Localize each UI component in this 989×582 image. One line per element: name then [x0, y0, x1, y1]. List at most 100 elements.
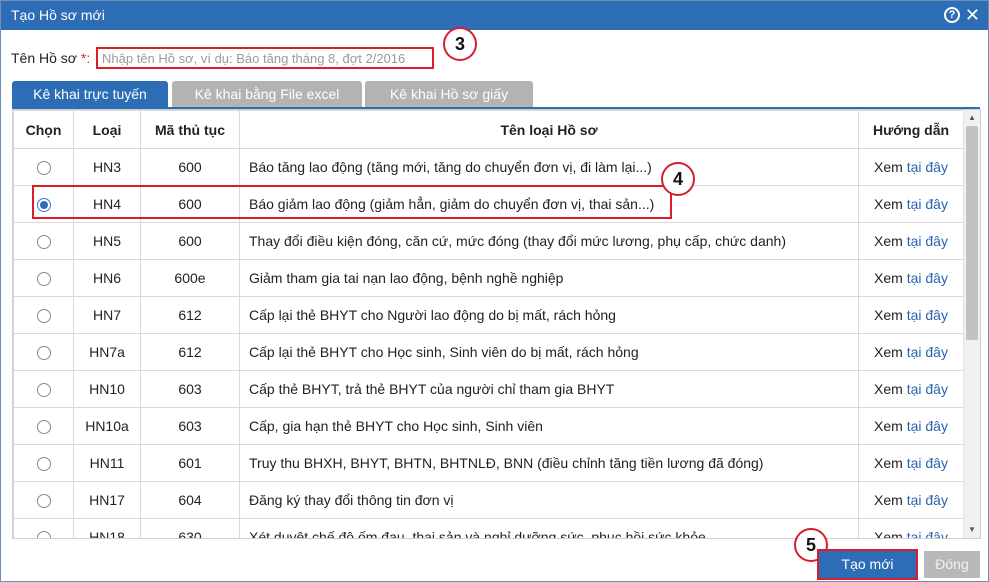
scroll-down-icon[interactable]: ▼: [964, 522, 980, 538]
guide-link[interactable]: tại đây: [907, 529, 948, 538]
guide-link[interactable]: tại đây: [907, 492, 948, 508]
select-cell[interactable]: [13, 370, 74, 408]
table-row[interactable]: HN10a 603 Cấp, gia hạn thẻ BHYT cho Học si…: [13, 407, 964, 445]
guide-cell: Xem tại đây: [858, 518, 964, 539]
guide-link[interactable]: tại đây: [907, 159, 948, 175]
guide-prefix: Xem: [874, 492, 903, 508]
guide-link[interactable]: tại đây: [907, 233, 948, 249]
procedure-code-cell: 603: [140, 407, 240, 445]
table-row[interactable]: HN7 612 Cấp lại thẻ BHYT cho Người lao độn…: [13, 296, 964, 334]
select-cell[interactable]: [13, 444, 74, 482]
type-cell: HN18: [73, 518, 141, 538]
select-cell[interactable]: [13, 259, 74, 297]
select-radio[interactable]: [36, 383, 51, 398]
guide-prefix: Xem: [874, 529, 903, 539]
table-row[interactable]: HN6 600e Giảm tham gia tai nạn lao động, b…: [13, 259, 964, 297]
guide-link[interactable]: tại đây: [907, 344, 948, 360]
select-cell[interactable]: [13, 296, 74, 334]
dossier-type-name-cell: Xét duyệt chế độ ốm đau, thai sản và ngh…: [239, 518, 859, 538]
guide-cell: Xem tại đây: [858, 296, 964, 334]
close-button[interactable]: Đóng: [924, 551, 980, 578]
guide-prefix: Xem: [874, 159, 903, 175]
dossier-name-label: Tên Hồ sơ *:: [11, 47, 90, 69]
procedure-code-cell: 603: [140, 370, 240, 408]
guide-prefix: Xem: [874, 307, 903, 323]
guide-link[interactable]: tại đây: [907, 418, 948, 434]
guide-cell: Xem tại đây: [858, 148, 964, 186]
tab-excel-declaration[interactable]: Kê khai bằng File excel: [172, 81, 362, 108]
guide-prefix: Xem: [874, 381, 903, 397]
select-radio[interactable]: [36, 346, 51, 361]
select-radio[interactable]: [36, 457, 51, 472]
dialog-titlebar: Tạo Hồ sơ mới ? ✕: [1, 1, 988, 30]
procedure-code-cell: 604: [140, 481, 240, 519]
tab-online-declaration[interactable]: Kê khai trực tuyến: [12, 81, 168, 108]
select-radio[interactable]: [36, 272, 51, 287]
select-cell[interactable]: [13, 481, 74, 519]
guide-cell: Xem tại đây: [858, 185, 964, 223]
procedure-code-cell: 600: [140, 222, 240, 260]
tab-paper-declaration[interactable]: Kê khai Hồ sơ giấy: [365, 81, 533, 108]
create-button[interactable]: Tạo mới: [817, 549, 918, 580]
guide-link[interactable]: tại đây: [907, 455, 948, 471]
type-cell: HN5: [73, 222, 141, 260]
table-header-row: Chọn Loại Mã thủ tục Tên loại Hồ sơ Hướn…: [13, 110, 964, 149]
select-radio[interactable]: [36, 309, 51, 324]
dossier-type-name-cell: Thay đổi điều kiện đóng, căn cứ, mức đón…: [239, 222, 859, 260]
procedure-code-cell: 600e: [140, 259, 240, 297]
table-row[interactable]: HN17 604 Đăng ký thay đổi thông tin đơn vị…: [13, 481, 964, 519]
procedure-code-cell: 601: [140, 444, 240, 482]
help-icon[interactable]: ?: [944, 7, 960, 23]
dossier-type-name-cell: Cấp lại thẻ BHYT cho Học sinh, Sinh viên…: [239, 333, 859, 371]
guide-link[interactable]: tại đây: [907, 196, 948, 212]
dossier-name-input[interactable]: [96, 47, 434, 69]
type-cell: HN7a: [73, 333, 141, 371]
guide-cell: Xem tại đây: [858, 333, 964, 371]
grid-scrollbar[interactable]: ▲ ▼: [963, 110, 980, 538]
type-cell: HN7: [73, 296, 141, 334]
dossier-type-name-cell: Cấp lại thẻ BHYT cho Người lao động do b…: [239, 296, 859, 334]
table-row[interactable]: HN7a 612 Cấp lại thẻ BHYT cho Học sinh, Si…: [13, 333, 964, 371]
guide-prefix: Xem: [874, 270, 903, 286]
type-cell: HN11: [73, 444, 141, 482]
guide-prefix: Xem: [874, 344, 903, 360]
guide-link[interactable]: tại đây: [907, 270, 948, 286]
select-radio[interactable]: [36, 235, 51, 250]
select-radio[interactable]: [36, 161, 51, 176]
dossier-type-grid: Chọn Loại Mã thủ tục Tên loại Hồ sơ Hướn…: [12, 109, 981, 539]
guide-cell: Xem tại đây: [858, 444, 964, 482]
guide-cell: Xem tại đây: [858, 259, 964, 297]
table-row[interactable]: HN3 600 Báo tăng lao động (tăng mới, tăng …: [13, 148, 964, 186]
table-row[interactable]: HN10 603 Cấp thẻ BHYT, trả thẻ BHYT của ng…: [13, 370, 964, 408]
guide-prefix: Xem: [874, 455, 903, 471]
column-header-guide: Hướng dẫn: [858, 110, 964, 149]
select-cell[interactable]: [13, 518, 74, 538]
select-cell[interactable]: [13, 148, 74, 186]
select-radio[interactable]: [36, 531, 51, 538]
scroll-up-icon[interactable]: ▲: [964, 110, 980, 126]
type-cell: HN10: [73, 370, 141, 408]
select-radio[interactable]: [36, 494, 51, 509]
table-row[interactable]: HN5 600 Thay đổi điều kiện đóng, căn cứ, m…: [13, 222, 964, 260]
type-cell: HN6: [73, 259, 141, 297]
guide-prefix: Xem: [874, 196, 903, 212]
select-cell[interactable]: [13, 333, 74, 371]
highlight-selected-row: [32, 185, 672, 219]
procedure-code-cell: 600: [140, 148, 240, 186]
guide-link[interactable]: tại đây: [907, 307, 948, 323]
close-icon[interactable]: ✕: [965, 4, 980, 26]
dossier-type-name-cell: Cấp, gia hạn thẻ BHYT cho Học sinh, Sinh…: [239, 407, 859, 445]
guide-link[interactable]: tại đây: [907, 381, 948, 397]
dossier-type-name-cell: Cấp thẻ BHYT, trả thẻ BHYT của người chỉ…: [239, 370, 859, 408]
table-row[interactable]: HN11 601 Truy thu BHXH, BHYT, BHTN, BHTNLĐ…: [13, 444, 964, 482]
guide-prefix: Xem: [874, 418, 903, 434]
select-radio[interactable]: [36, 420, 51, 435]
select-cell[interactable]: [13, 407, 74, 445]
column-header-type: Loại: [73, 110, 141, 149]
guide-cell: Xem tại đây: [858, 222, 964, 260]
scrollbar-thumb[interactable]: [966, 126, 978, 340]
required-mark: *:: [80, 50, 91, 66]
type-cell: HN3: [73, 148, 141, 186]
dossier-type-name-cell: Đăng ký thay đổi thông tin đơn vị: [239, 481, 859, 519]
select-cell[interactable]: [13, 222, 74, 260]
